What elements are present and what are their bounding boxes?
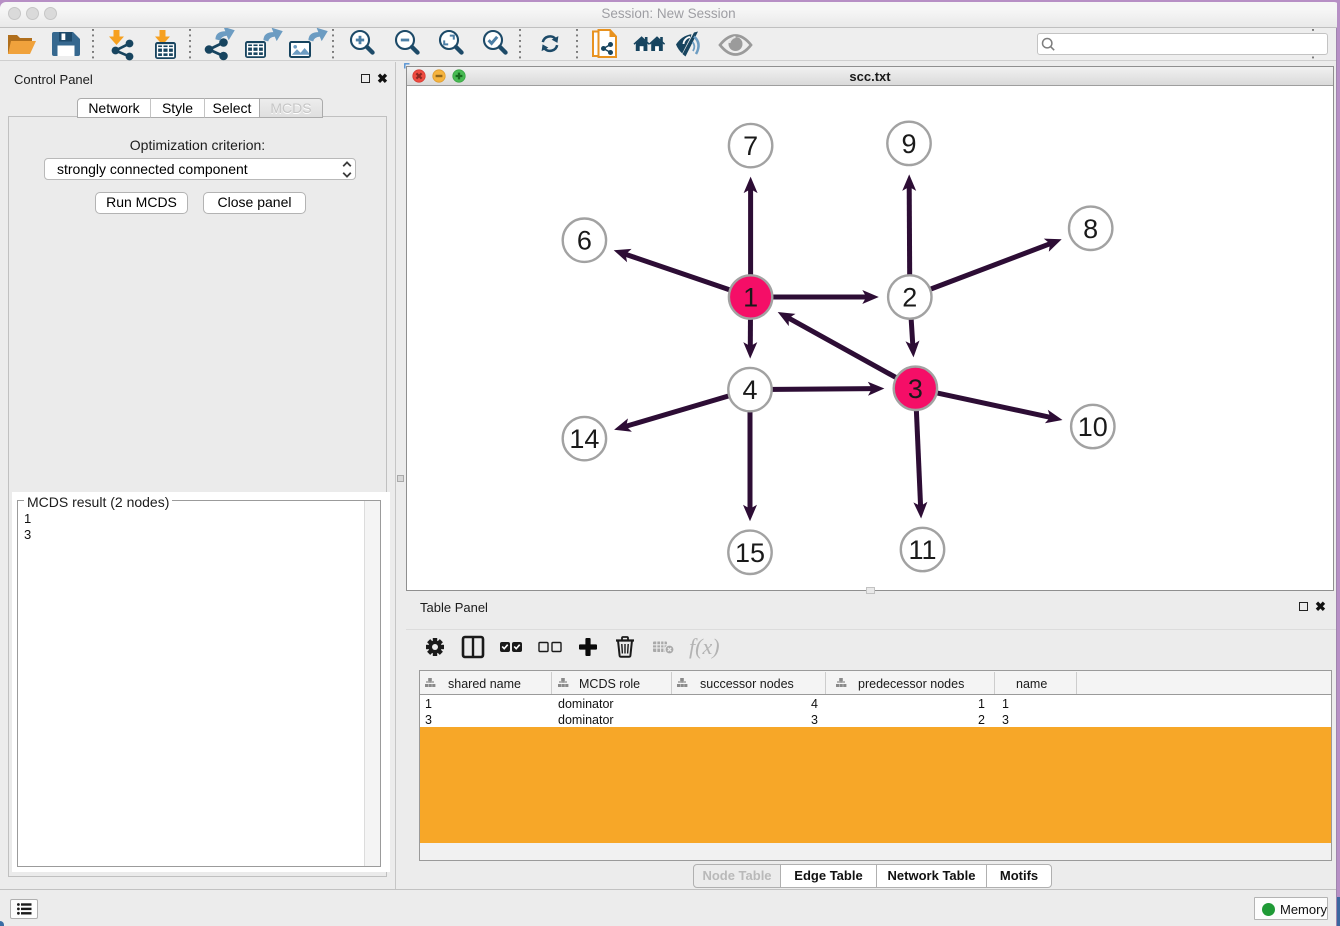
svg-text:9: 9 (901, 129, 916, 159)
svg-text:3: 3 (908, 374, 923, 404)
svg-text:10: 10 (1078, 412, 1108, 442)
svg-text:7: 7 (743, 131, 758, 161)
svg-text:6: 6 (577, 226, 592, 256)
svg-text:15: 15 (735, 538, 765, 568)
svg-text:1: 1 (743, 283, 758, 313)
svg-text:14: 14 (569, 424, 599, 454)
svg-text:f(x): f(x) (689, 634, 720, 659)
svg-text:11: 11 (908, 535, 936, 565)
svg-text:4: 4 (742, 375, 757, 405)
svg-text:8: 8 (1083, 214, 1098, 244)
svg-text:2: 2 (902, 283, 917, 313)
